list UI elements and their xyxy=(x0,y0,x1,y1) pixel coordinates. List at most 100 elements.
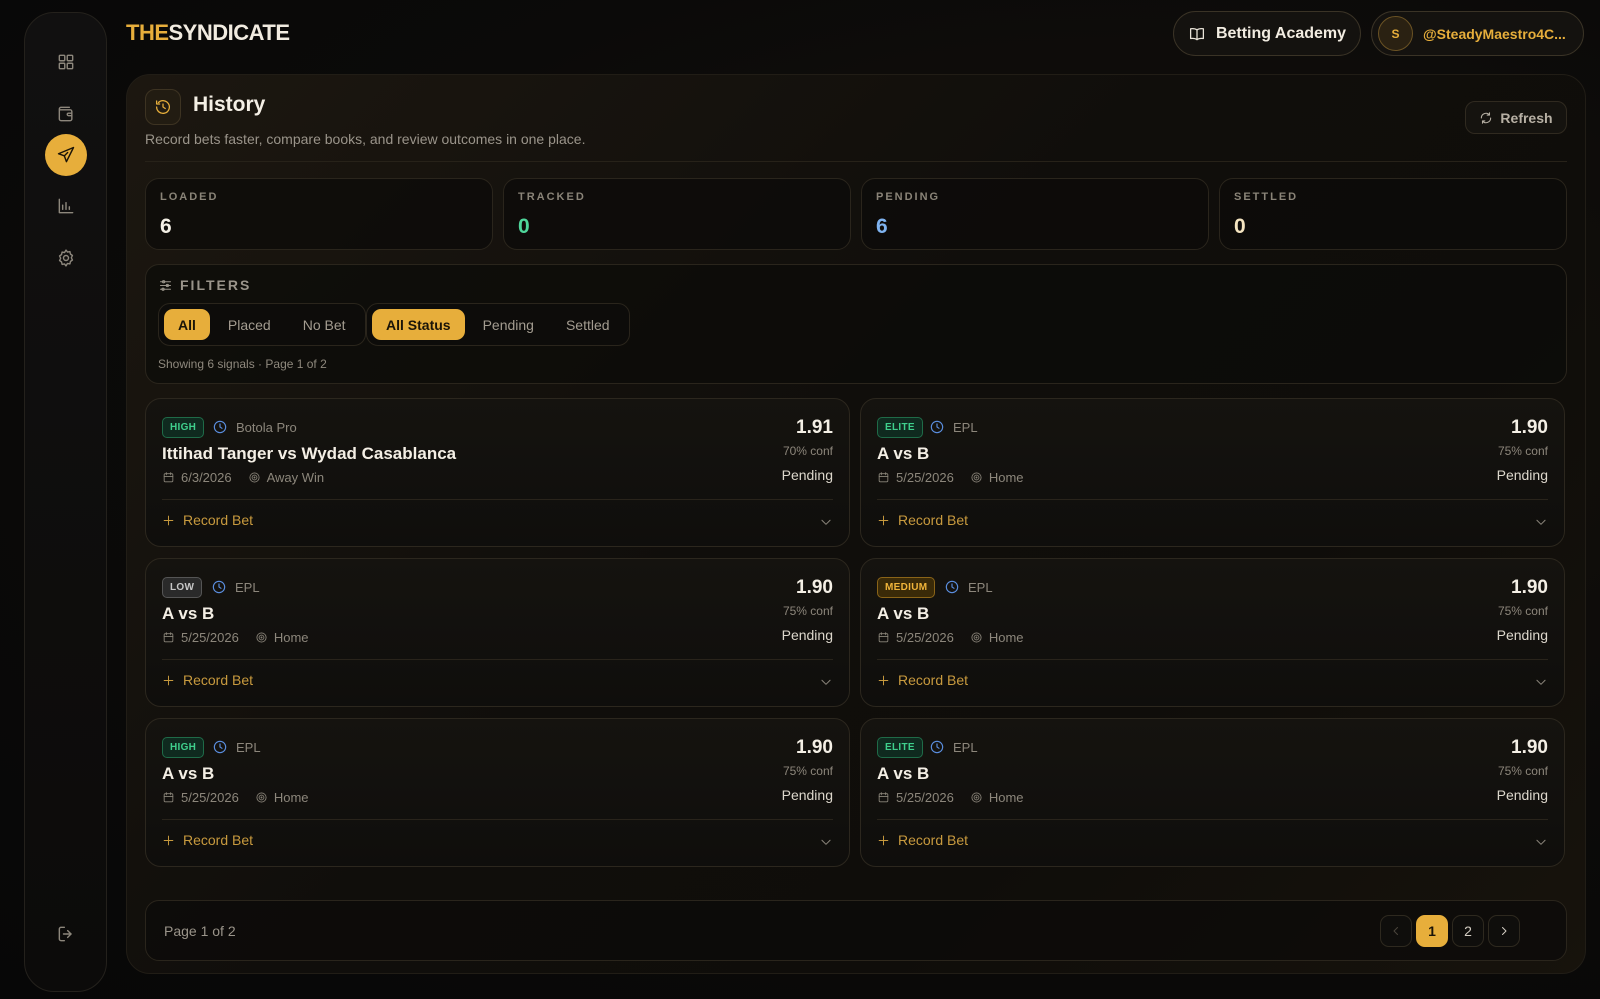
record-bet-button[interactable]: Record Bet xyxy=(162,832,253,848)
history-icon xyxy=(155,100,170,115)
filter-placed[interactable]: Placed xyxy=(214,309,285,340)
odds-value: 1.91 xyxy=(796,417,833,438)
chevron-down-icon xyxy=(821,679,831,685)
target-icon xyxy=(256,632,267,643)
filter-status-settled[interactable]: Settled xyxy=(552,309,624,340)
bet-status: Pending xyxy=(1496,787,1548,803)
record-bet-label: Record Bet xyxy=(898,672,969,688)
calendar-icon xyxy=(878,792,889,803)
logout-icon xyxy=(58,926,72,942)
confidence-badge: ELITE xyxy=(877,737,923,758)
record-bet-button[interactable]: Record Bet xyxy=(162,672,253,688)
league-name: EPL xyxy=(236,739,261,755)
stat-label: SETTLED xyxy=(1234,191,1299,203)
confidence-badge: LOW xyxy=(162,577,203,598)
league-name: EPL xyxy=(968,579,993,595)
sidebar-item-dashboard[interactable] xyxy=(45,41,87,83)
sidebar-item-wallet[interactable] xyxy=(45,93,87,135)
match-meta: 5/25/2026 Home xyxy=(877,630,1024,645)
record-bet-label: Record Bet xyxy=(898,512,969,528)
sidebar-item-signals[interactable] xyxy=(45,134,87,176)
match-pick: Home xyxy=(273,630,309,645)
send-icon xyxy=(57,146,75,163)
target-icon xyxy=(971,792,982,803)
filter-status-all-status[interactable]: All Status xyxy=(372,309,465,340)
stat-label: PENDING xyxy=(876,191,941,203)
stat-settled: SETTLED 0 xyxy=(1219,178,1567,250)
signal-card: ELITE EPL A vs B 5/25/2026 Home 1.90 75%… xyxy=(860,398,1565,547)
filter-all[interactable]: All xyxy=(164,309,210,340)
next-page-button[interactable] xyxy=(1488,915,1520,947)
logout-button[interactable] xyxy=(45,913,87,955)
match-title: A vs B xyxy=(162,764,215,783)
signal-card: ELITE EPL A vs B 5/25/2026 Home 1.90 75%… xyxy=(860,718,1565,867)
bet-status: Pending xyxy=(1496,627,1548,643)
expand-card-button[interactable] xyxy=(1534,675,1548,689)
sidebar xyxy=(24,12,107,992)
confidence-value: 70% conf xyxy=(782,444,833,458)
stat-loaded: LOADED 6 xyxy=(145,178,493,250)
match-title: A vs B xyxy=(877,444,930,463)
clock-icon xyxy=(930,420,944,434)
record-bet-button[interactable]: Record Bet xyxy=(162,512,253,528)
username: @SteadyMaestro4C... xyxy=(1423,25,1566,42)
league-info: EPL xyxy=(929,419,978,435)
filters-heading-label: FILTERS xyxy=(180,277,252,293)
page-title: History xyxy=(193,93,266,116)
filter-status-pending[interactable]: Pending xyxy=(469,309,548,340)
league-info: EPL xyxy=(211,579,260,595)
bet-type-filter: All Placed No Bet xyxy=(158,303,366,346)
stat-value: 0 xyxy=(1234,215,1246,238)
sidebar-item-analytics[interactable] xyxy=(45,185,87,227)
expand-card-button[interactable] xyxy=(819,675,833,689)
clock-icon xyxy=(930,740,944,754)
expand-card-button[interactable] xyxy=(819,835,833,849)
pagination-label: Page 1 of 2 xyxy=(164,923,236,939)
prev-page-button[interactable] xyxy=(1380,915,1412,947)
chevron-down-icon xyxy=(821,839,831,845)
target-icon xyxy=(971,472,982,483)
record-bet-label: Record Bet xyxy=(183,672,254,688)
status-filter: All Status Pending Settled xyxy=(366,303,630,346)
record-bet-button[interactable]: Record Bet xyxy=(877,672,968,688)
sidebar-item-settings[interactable] xyxy=(45,237,87,279)
match-meta: 5/25/2026 Home xyxy=(162,630,309,645)
expand-card-button[interactable] xyxy=(1534,835,1548,849)
confidence-badge: HIGH xyxy=(162,417,205,438)
plus-icon xyxy=(163,515,174,525)
pagination-bar: Page 1 of 2 12 xyxy=(145,900,1567,961)
filter-no-bet[interactable]: No Bet xyxy=(289,309,360,340)
expand-card-button[interactable] xyxy=(1534,515,1548,529)
confidence-value: 75% conf xyxy=(782,764,833,778)
confidence-value: 75% conf xyxy=(1497,444,1548,458)
target-icon xyxy=(256,792,267,803)
card-divider xyxy=(162,819,833,820)
refresh-button[interactable]: Refresh xyxy=(1465,101,1567,134)
record-bet-button[interactable]: Record Bet xyxy=(877,832,968,848)
expand-card-button[interactable] xyxy=(819,515,833,529)
odds-value: 1.90 xyxy=(1511,737,1548,758)
sliders-icon xyxy=(159,279,172,291)
match-title: A vs B xyxy=(877,764,930,783)
league-name: Botola Pro xyxy=(236,419,297,435)
league-info: EPL xyxy=(212,739,261,755)
brand-logo[interactable]: THESYNDICATE xyxy=(126,20,290,46)
page-1-button[interactable]: 1 xyxy=(1416,915,1448,947)
user-menu[interactable]: S @SteadyMaestro4C... xyxy=(1371,11,1584,56)
chevron-left-icon xyxy=(1393,927,1398,935)
confidence-value: 75% conf xyxy=(782,604,833,618)
match-meta: 5/25/2026 Home xyxy=(877,790,1024,805)
stat-value: 6 xyxy=(876,215,888,238)
match-pick: Home xyxy=(273,790,309,805)
page-2-button[interactable]: 2 xyxy=(1452,915,1484,947)
refresh-label: Refresh xyxy=(1500,109,1553,126)
odds-value: 1.90 xyxy=(796,577,833,598)
record-bet-label: Record Bet xyxy=(183,832,254,848)
card-divider xyxy=(162,659,833,660)
league-name: EPL xyxy=(235,579,260,595)
confidence-badge: MEDIUM xyxy=(877,577,936,598)
match-date: 5/25/2026 xyxy=(181,630,239,645)
betting-academy-button[interactable]: Betting Academy xyxy=(1173,11,1361,56)
record-bet-button[interactable]: Record Bet xyxy=(877,512,968,528)
confidence-value: 75% conf xyxy=(1497,764,1548,778)
